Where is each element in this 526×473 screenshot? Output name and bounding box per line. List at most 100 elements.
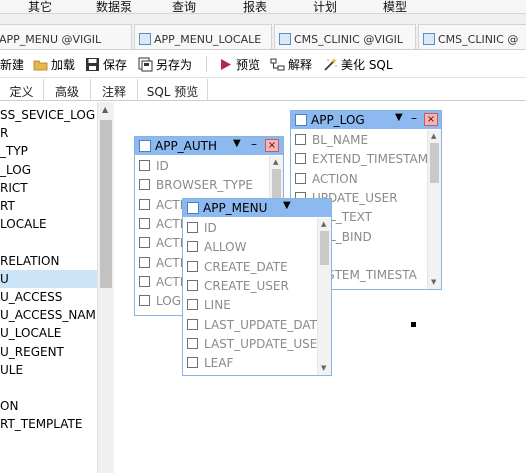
- tree-item[interactable]: U_LOCALE: [0, 324, 61, 342]
- column-checkbox[interactable]: [295, 153, 306, 165]
- tree-item[interactable]: _TYP: [0, 142, 28, 160]
- menu-schedule[interactable]: 计划: [313, 0, 337, 13]
- menu-data-pump[interactable]: 数据泵: [96, 0, 132, 13]
- tree-item[interactable]: _LOG: [0, 161, 31, 179]
- column-row[interactable]: EXTEND_TIMESTAMP: [295, 152, 435, 170]
- save-button[interactable]: 保存: [85, 55, 127, 73]
- minimize-icon[interactable]: –: [251, 137, 257, 151]
- tree-item[interactable]: SS_SEVICE_LOG: [0, 106, 95, 124]
- tab-cms-clinic-2[interactable]: CMS_CLINIC @: [418, 24, 526, 49]
- tree-item[interactable]: ULE: [0, 361, 23, 379]
- explain-button[interactable]: 解释: [270, 55, 312, 73]
- column-checkbox[interactable]: [295, 134, 306, 145]
- card-scrollbar[interactable]: ▲ ▼: [317, 218, 331, 375]
- close-icon[interactable]: ×: [424, 113, 438, 126]
- tree-item[interactable]: R: [0, 124, 8, 142]
- column-row[interactable]: LAST_UPDATE_DATE: [187, 318, 325, 336]
- beautify-sql-button[interactable]: 美化 SQL: [323, 55, 393, 73]
- card-header[interactable]: APP_LOG ▼ – ×: [291, 111, 441, 129]
- load-button[interactable]: 加载: [33, 55, 75, 73]
- column-checkbox[interactable]: [187, 222, 198, 233]
- tab-sql-preview[interactable]: SQL 预览: [138, 79, 208, 101]
- column-checkbox[interactable]: [187, 357, 198, 369]
- column-row[interactable]: BROWSER_TYPE: [139, 178, 253, 196]
- column-row[interactable]: ACTI: [139, 236, 183, 254]
- tab-app-menu[interactable]: APP_MENU @VIGIL: [0, 24, 132, 49]
- column-row[interactable]: ALLOW: [187, 240, 246, 258]
- column-row[interactable]: LOGI: [139, 294, 185, 312]
- tree-item[interactable]: RELATION: [0, 252, 59, 270]
- close-icon[interactable]: ×: [265, 139, 279, 152]
- column-row[interactable]: CREATE_DATE: [187, 260, 288, 278]
- column-checkbox[interactable]: [187, 318, 198, 330]
- card-scrollbar[interactable]: ▲ ▼: [427, 130, 441, 289]
- tree-item[interactable]: U_ACCESS_NAME: [0, 306, 97, 324]
- column-row[interactable]: ID: [139, 159, 169, 177]
- column-row[interactable]: ID: [187, 221, 217, 239]
- minimize-icon[interactable]: –: [411, 111, 417, 125]
- scrollbar-thumb[interactable]: [320, 231, 329, 265]
- design-canvas[interactable]: APP_AUTH ▼ – × ID BROWSER_TYPE ACTI ACTI ACT…: [114, 102, 526, 473]
- column-checkbox[interactable]: [139, 198, 150, 210]
- column-row[interactable]: LEAF: [187, 356, 233, 374]
- tree-item[interactable]: LOCALE: [0, 215, 47, 233]
- tab-definition[interactable]: 定义: [0, 79, 44, 101]
- dropdown-icon[interactable]: ▼: [395, 112, 403, 123]
- scrollbar-thumb[interactable]: [430, 143, 439, 183]
- dropdown-icon[interactable]: ▼: [233, 138, 241, 149]
- scroll-up-icon[interactable]: ▲: [431, 132, 436, 140]
- scroll-down-icon[interactable]: ▼: [431, 278, 436, 286]
- column-checkbox[interactable]: [187, 260, 198, 272]
- save-as-button[interactable]: 另存为: [138, 55, 192, 73]
- resize-handle[interactable]: [411, 322, 416, 327]
- column-row[interactable]: LAST_UPDATE_USER: [187, 337, 326, 355]
- tree-item[interactable]: U_REGENT: [0, 343, 64, 361]
- column-row[interactable]: ACTI: [139, 217, 183, 235]
- preview-button[interactable]: 预览: [218, 55, 260, 73]
- column-checkbox[interactable]: [295, 172, 306, 184]
- tree-item[interactable]: ON: [0, 397, 18, 415]
- menu-query[interactable]: 查询: [172, 0, 196, 13]
- column-checkbox[interactable]: [187, 299, 198, 311]
- column-checkbox[interactable]: [187, 241, 198, 253]
- menu-other[interactable]: 其它: [28, 0, 52, 13]
- dropdown-icon[interactable]: ▼: [283, 200, 291, 211]
- scroll-down-icon[interactable]: ▼: [321, 364, 326, 372]
- column-row[interactable]: ACTI: [139, 256, 183, 274]
- column-checkbox[interactable]: [139, 179, 150, 191]
- tree-item[interactable]: RT_TEMPLATE: [0, 415, 82, 433]
- tab-advanced[interactable]: 高级: [44, 79, 91, 101]
- tree-item[interactable]: RT: [0, 197, 15, 215]
- column-checkbox[interactable]: [139, 160, 150, 171]
- tree-item[interactable]: U: [0, 269, 97, 288]
- column-checkbox[interactable]: [139, 275, 150, 287]
- card-header[interactable]: APP_MENU ▼: [183, 199, 331, 217]
- new-button[interactable]: 新建: [0, 55, 24, 73]
- card-header[interactable]: APP_AUTH ▼ – ×: [135, 137, 283, 155]
- column-row[interactable]: ACTI: [139, 275, 183, 293]
- column-checkbox[interactable]: [139, 256, 150, 268]
- scroll-up-icon[interactable]: ▲: [321, 220, 326, 228]
- scroll-up-icon[interactable]: ▲: [102, 105, 108, 114]
- scroll-up-icon[interactable]: ▲: [273, 158, 278, 166]
- tab-comment[interactable]: 注释: [91, 79, 138, 101]
- column-row[interactable]: ACTION: [295, 172, 358, 190]
- column-checkbox[interactable]: [187, 337, 198, 349]
- column-row[interactable]: ACTI: [139, 198, 183, 216]
- scrollbar-thumb[interactable]: [100, 120, 112, 288]
- tab-app-menu-locale[interactable]: APP_MENU_LOCALE: [134, 24, 272, 49]
- column-row[interactable]: CREATE_USER: [187, 279, 289, 297]
- tree-item[interactable]: RICT: [0, 179, 28, 197]
- column-row[interactable]: LINE: [187, 298, 231, 316]
- column-checkbox[interactable]: [139, 237, 150, 249]
- tree-item[interactable]: U_ACCESS: [0, 288, 62, 306]
- tab-cms-clinic[interactable]: CMS_CLINIC @VIGIL: [274, 24, 416, 49]
- menu-model[interactable]: 模型: [383, 0, 407, 13]
- column-checkbox[interactable]: [139, 295, 150, 307]
- menu-report[interactable]: 报表: [243, 0, 267, 13]
- tree-scrollbar[interactable]: ▲: [97, 102, 114, 473]
- column-checkbox[interactable]: [187, 279, 198, 291]
- column-checkbox[interactable]: [139, 217, 150, 229]
- table-card-app-menu[interactable]: APP_MENU ▼ ID ALLOW CREATE_DATE CREATE_USER…: [182, 198, 332, 376]
- column-row[interactable]: BL_NAME: [295, 133, 368, 151]
